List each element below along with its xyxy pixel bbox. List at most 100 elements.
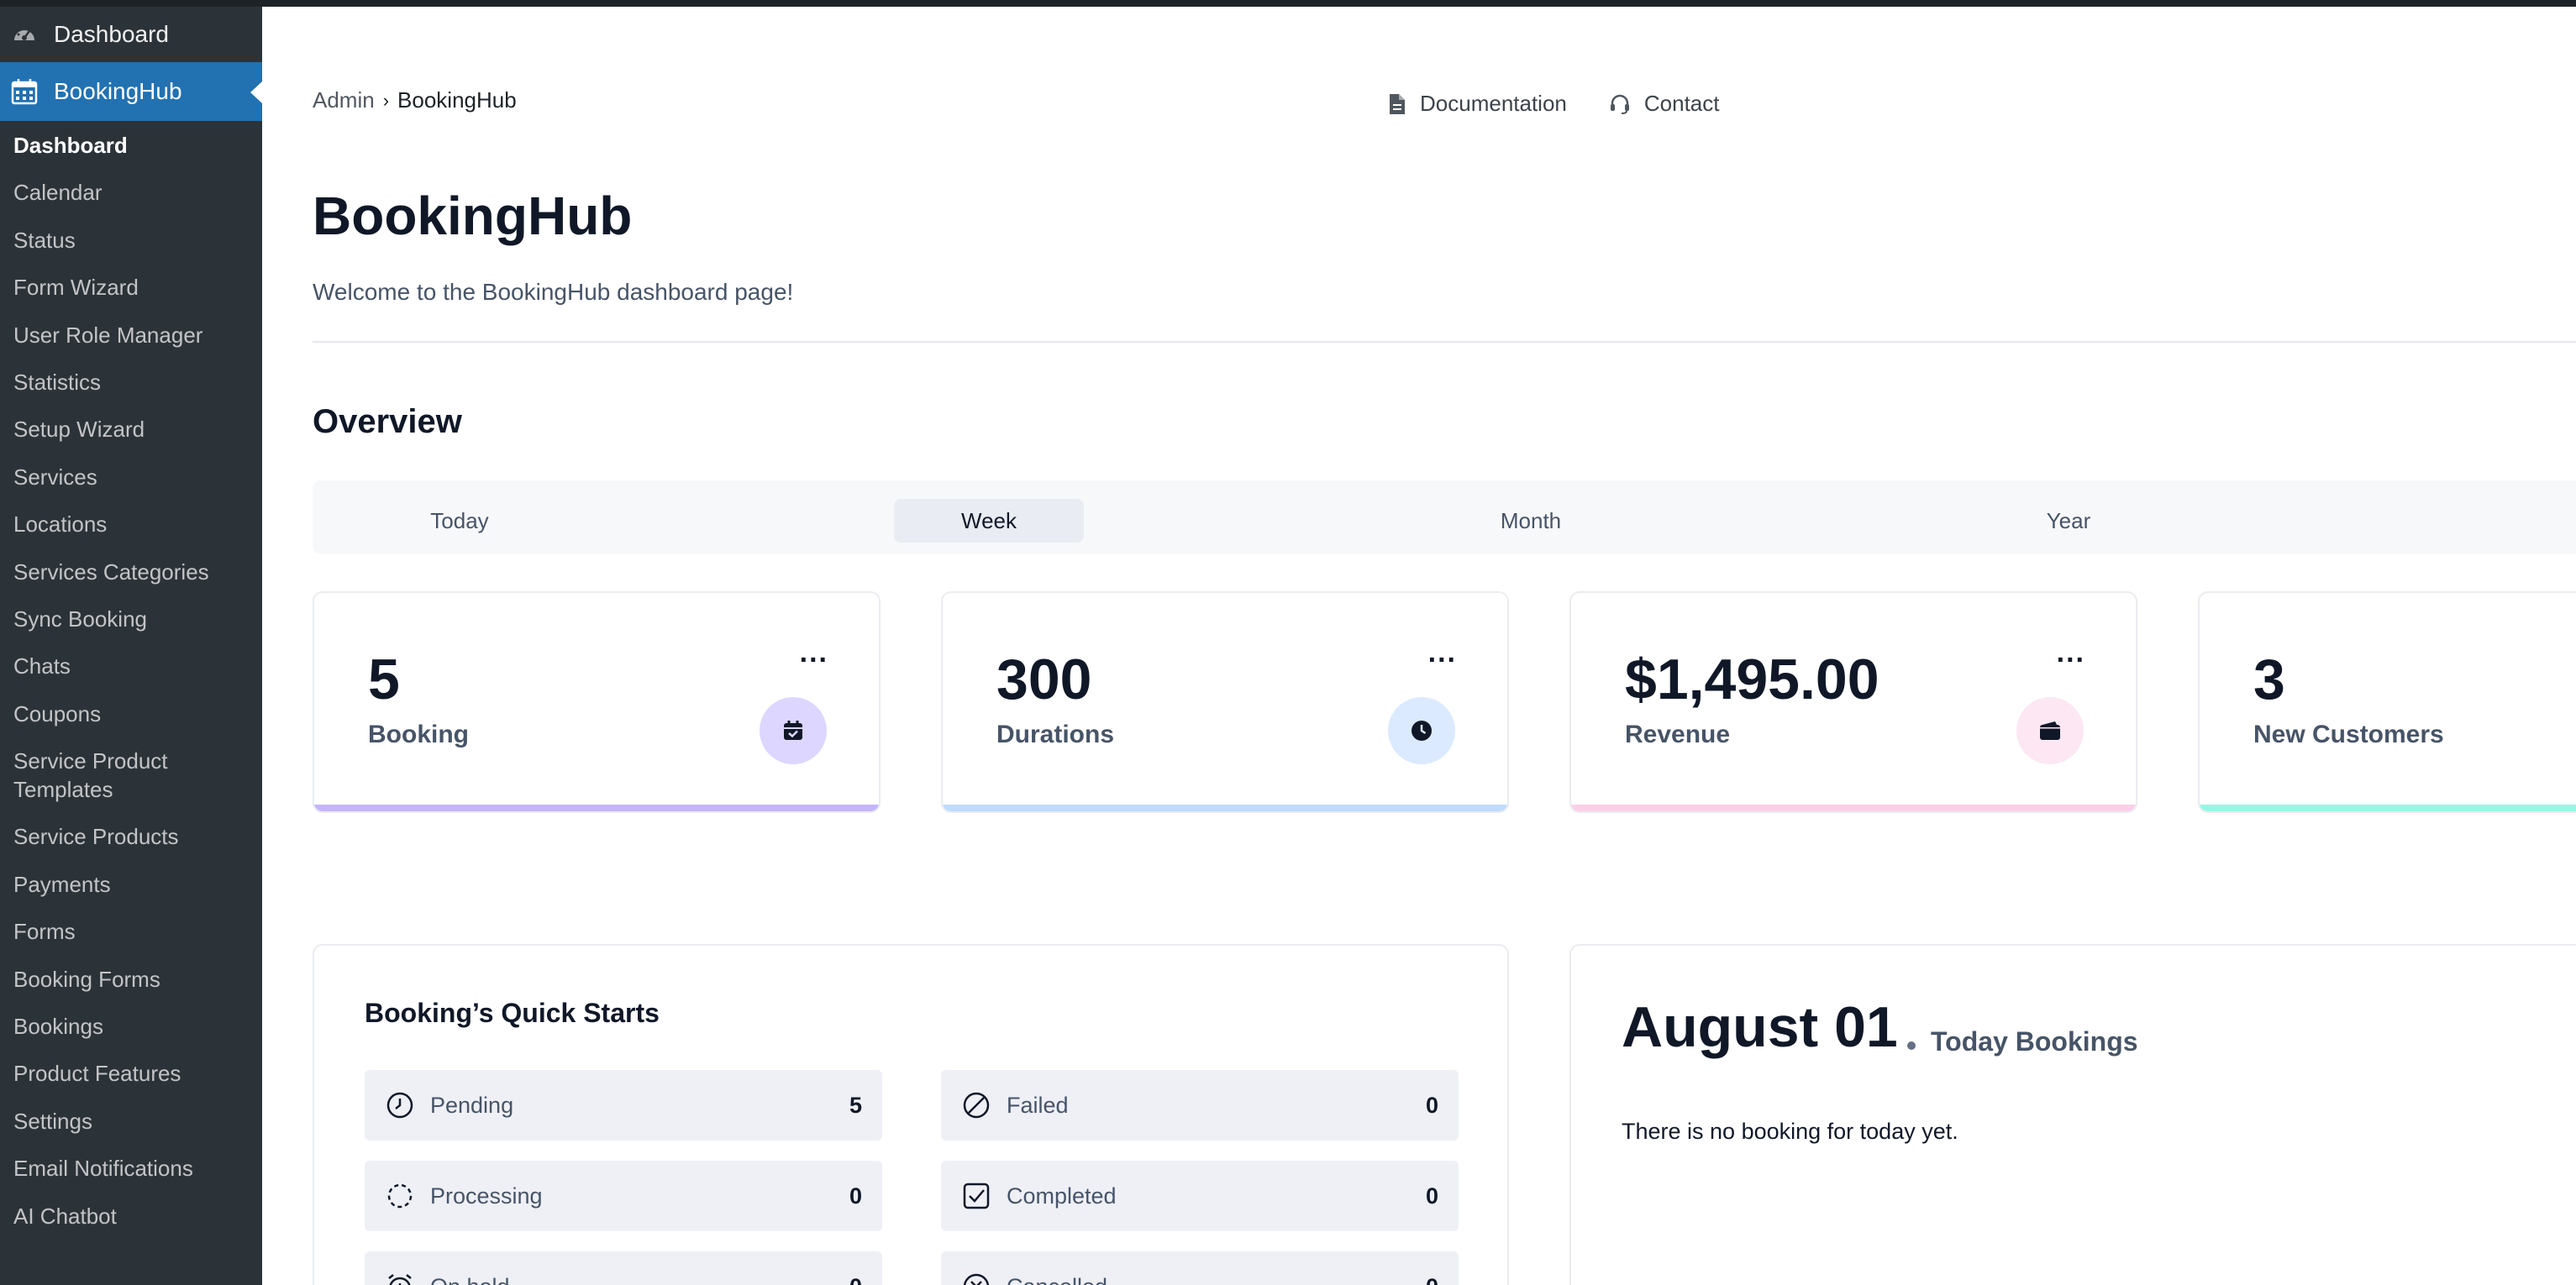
quick-start-label: Cancelled (1007, 1274, 1426, 1285)
stat-label: Booking (368, 721, 469, 748)
submenu-dashboard[interactable]: Dashboard (0, 131, 262, 160)
clock-icon (1388, 697, 1455, 764)
quick-start-failed[interactable]: Failed 0 (941, 1070, 1459, 1141)
failed-slash-icon (961, 1090, 991, 1120)
submenu-forms[interactable]: Forms (0, 917, 262, 946)
more-options-icon[interactable]: ... (2057, 637, 2085, 669)
tab-week[interactable]: Week (894, 499, 1084, 543)
submenu-settings[interactable]: Settings (0, 1107, 262, 1136)
page-title: BookingHub (313, 186, 633, 246)
no-bookings-message: There is no booking for today yet. (1622, 1119, 1958, 1144)
sidebar-item-bookinghub[interactable]: BookingHub (0, 62, 262, 121)
stat-accent-line (2200, 805, 2576, 811)
quick-starts-title: Booking’s Quick Starts (365, 998, 660, 1028)
header-links: Documentation Contact (1388, 91, 1762, 117)
quick-start-label: Failed (1007, 1092, 1069, 1118)
submenu-payments[interactable]: Payments (0, 870, 262, 899)
overview-title: Overview (313, 403, 462, 440)
quick-start-count: 5 (849, 1092, 862, 1118)
stat-card-booking: 5 Booking ... (313, 591, 881, 813)
tab-month[interactable]: Month (1434, 499, 1627, 543)
stat-accent-line (314, 805, 879, 811)
quick-start-count: 0 (1425, 1183, 1438, 1209)
tab-year[interactable]: Year (1972, 499, 2165, 543)
submenu-locations[interactable]: Locations (0, 510, 262, 538)
more-options-icon[interactable]: ... (1428, 637, 1457, 669)
quick-start-label: Processing (430, 1183, 543, 1209)
submenu-calendar[interactable]: Calendar (0, 178, 262, 207)
on-hold-alarm-icon (385, 1272, 415, 1285)
today-bookings-panel: August 01 Today Bookings There is no boo… (1569, 944, 2576, 1285)
contact-label: Contact (1643, 91, 1720, 116)
submenu-setup-wizard[interactable]: Setup Wizard (0, 415, 262, 443)
tab-today[interactable]: Today (363, 499, 556, 543)
quick-start-count: 0 (849, 1183, 862, 1209)
support-headset-icon (1610, 94, 1629, 114)
documentation-link[interactable]: Documentation (1388, 91, 1567, 117)
calendar-check-icon (760, 697, 827, 764)
quick-start-processing[interactable]: Processing 0 (365, 1161, 882, 1231)
document-icon (1390, 93, 1405, 114)
quick-start-label: Pending (430, 1092, 514, 1118)
quick-start-count: 0 (1425, 1092, 1438, 1118)
quick-starts-panel: Booking’s Quick Starts Pending 5 Failed … (313, 944, 1509, 1285)
quick-start-cancelled[interactable]: Cancelled 0 (941, 1251, 1459, 1285)
submenu-email-notifications[interactable]: Email Notifications (0, 1154, 262, 1183)
quick-start-on-hold[interactable]: On hold 0 (365, 1251, 882, 1285)
quick-start-completed[interactable]: Completed 0 (941, 1161, 1459, 1231)
submenu-sync-booking[interactable]: Sync Booking (0, 605, 262, 633)
cancelled-x-icon (961, 1272, 991, 1285)
sidebar-item-label: Dashboard (54, 21, 169, 47)
stat-card-new-customers: 3 New Customers ... (2198, 591, 2576, 813)
submenu-service-products[interactable]: Service Products (0, 822, 262, 851)
submenu-ai-chatbot[interactable]: AI Chatbot (0, 1202, 262, 1230)
contact-link[interactable]: Contact (1609, 91, 1720, 117)
submenu-bookings[interactable]: Bookings (0, 1012, 262, 1041)
pending-clock-icon (385, 1090, 415, 1120)
submenu-form-wizard[interactable]: Form Wizard (0, 273, 262, 302)
quick-start-label: Completed (1007, 1183, 1117, 1209)
stat-accent-line (1571, 805, 2136, 811)
page-subtitle: Welcome to the BookingHub dashboard page… (313, 279, 794, 305)
main-content: Admin › BookingHub Documentation Contact… (262, 7, 2576, 1285)
documentation-label: Documentation (1420, 91, 1567, 116)
bullet-separator (1907, 1041, 1916, 1050)
submenu-coupons[interactable]: Coupons (0, 700, 262, 728)
sidebar-item-dashboard[interactable]: Dashboard (0, 7, 262, 62)
admin-sidebar: Dashboard BookingHub Dashboard Calendar … (0, 7, 262, 1285)
dashboard-gauge-icon (10, 20, 39, 49)
stat-label: New Customers (2253, 721, 2444, 748)
submenu-product-features[interactable]: Product Features (0, 1059, 262, 1088)
admin-top-bar (0, 0, 2576, 7)
breadcrumb-current: BookingHub (397, 87, 517, 113)
more-options-icon[interactable]: ... (800, 637, 828, 669)
quick-start-count: 0 (849, 1274, 862, 1285)
submenu-booking-forms[interactable]: Booking Forms (0, 965, 262, 994)
stat-label: Durations (996, 721, 1115, 748)
breadcrumb-admin-link[interactable]: Admin (313, 87, 375, 113)
stat-card-durations: 300 Durations ... (941, 591, 1509, 813)
calendar-grid-icon (10, 77, 39, 106)
sidebar-item-label: BookingHub (54, 78, 182, 104)
stat-accent-line (943, 805, 1507, 811)
submenu-chats[interactable]: Chats (0, 652, 262, 680)
breadcrumb: Admin › BookingHub (313, 87, 517, 113)
stat-label: Revenue (1625, 721, 1731, 748)
submenu-services-categories[interactable]: Services Categories (0, 558, 262, 586)
submenu-service-product-templates[interactable]: Service Product Templates (0, 747, 210, 804)
stat-card-revenue: $1,495.00 Revenue ... (1569, 591, 2137, 813)
wallet-icon (2016, 697, 2084, 764)
header-divider (313, 341, 2576, 343)
today-date: August 01 (1622, 995, 1898, 1059)
stat-value: 300 (996, 648, 1092, 711)
completed-check-icon (961, 1181, 991, 1211)
submenu-status[interactable]: Status (0, 226, 262, 254)
breadcrumb-separator: › (382, 89, 390, 111)
quick-start-pending[interactable]: Pending 5 (365, 1070, 882, 1141)
today-bookings-label: Today Bookings (1931, 1026, 2138, 1057)
submenu-services[interactable]: Services (0, 463, 262, 491)
bookinghub-submenu: Dashboard Calendar Status Form Wizard Us… (0, 121, 262, 1230)
submenu-statistics[interactable]: Statistics (0, 368, 262, 396)
period-tabs: Today Week Month Year (313, 480, 2576, 554)
submenu-user-role-manager[interactable]: User Role Manager (0, 321, 262, 349)
